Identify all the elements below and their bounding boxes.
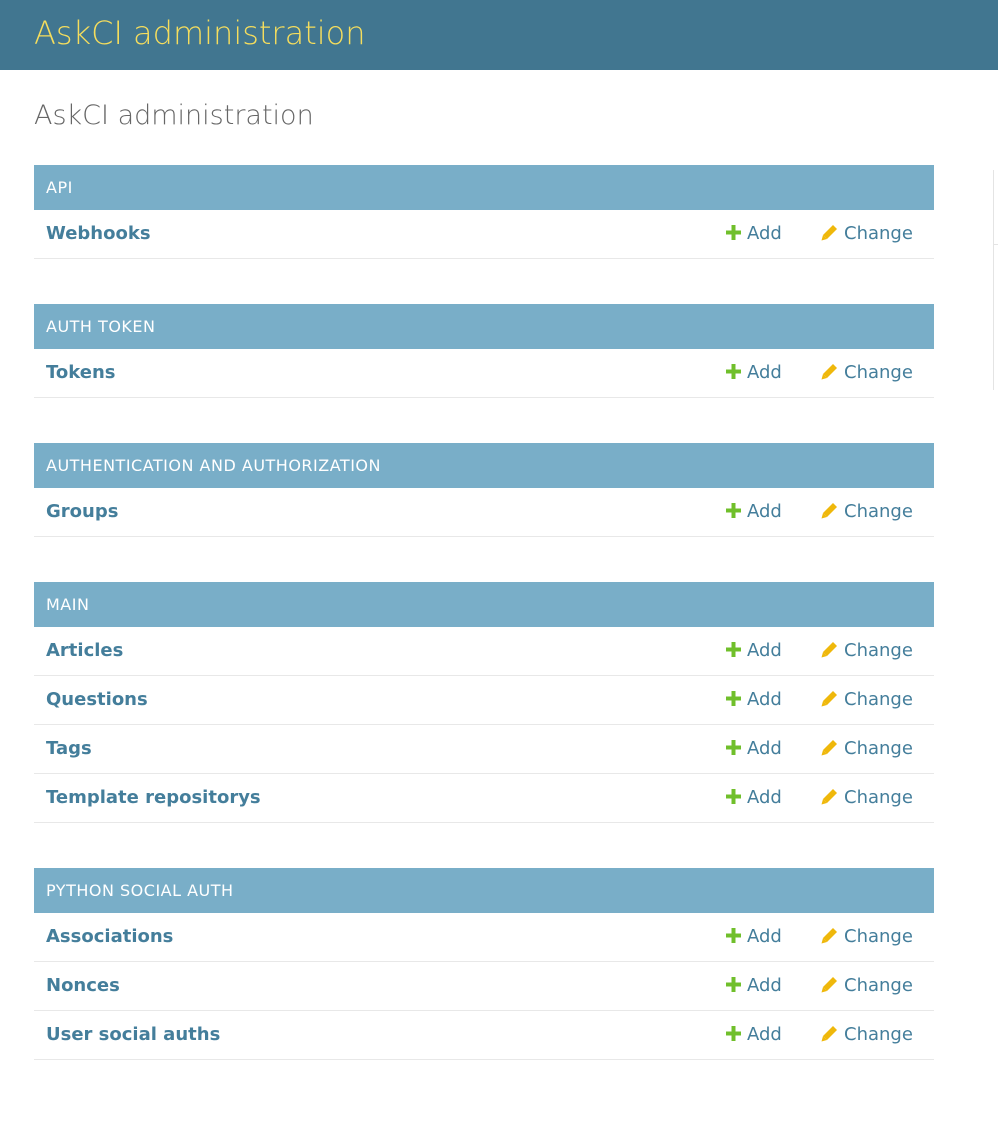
add-label: Add — [747, 640, 782, 661]
change-link[interactable]: Change — [821, 349, 913, 397]
change-label: Change — [844, 362, 913, 383]
pencil-icon — [821, 1025, 837, 1041]
add-label: Add — [747, 926, 782, 947]
add-link[interactable]: Add — [726, 488, 782, 536]
change-label: Change — [844, 975, 913, 996]
module-caption[interactable]: PYTHON SOCIAL AUTH — [34, 868, 934, 913]
module-api: API Webhooks Add Change — [34, 165, 934, 259]
add-label: Add — [747, 738, 782, 759]
change-label: Change — [844, 926, 913, 947]
change-link[interactable]: Change — [821, 488, 913, 536]
change-link[interactable]: Change — [821, 627, 913, 675]
model-link[interactable]: Questions — [46, 676, 148, 724]
change-label: Change — [844, 640, 913, 661]
change-link[interactable]: Change — [821, 962, 913, 1010]
sidebar-edge — [993, 170, 998, 390]
change-link[interactable]: Change — [821, 210, 913, 258]
table-row: User social auths Add Change — [34, 1011, 934, 1060]
module-main: MAIN Articles Add Change Questions Add C… — [34, 582, 934, 823]
table-row: Webhooks Add Change — [34, 210, 934, 259]
page-title: AskCI administration — [34, 100, 314, 131]
pencil-icon — [821, 788, 837, 804]
table-row: Tags Add Change — [34, 725, 934, 774]
model-link[interactable]: Associations — [46, 913, 173, 961]
add-link[interactable]: Add — [726, 349, 782, 397]
add-link[interactable]: Add — [726, 1011, 782, 1059]
change-link[interactable]: Change — [821, 725, 913, 773]
add-label: Add — [747, 362, 782, 383]
module-caption[interactable]: API — [34, 165, 934, 210]
change-link[interactable]: Change — [821, 1011, 913, 1059]
change-label: Change — [844, 1024, 913, 1045]
change-label: Change — [844, 501, 913, 522]
model-link[interactable]: Articles — [46, 627, 123, 675]
plus-icon — [726, 976, 741, 992]
change-link[interactable]: Change — [821, 774, 913, 822]
pencil-icon — [821, 224, 837, 240]
plus-icon — [726, 363, 741, 379]
table-row: Associations Add Change — [34, 913, 934, 962]
model-link[interactable]: Webhooks — [46, 210, 151, 258]
table-row: Articles Add Change — [34, 627, 934, 676]
change-label: Change — [844, 738, 913, 759]
pencil-icon — [821, 927, 837, 943]
plus-icon — [726, 502, 741, 518]
site-branding-link[interactable]: AskCI administration — [34, 13, 365, 53]
module-python-social-auth: PYTHON SOCIAL AUTH Associations Add Chan… — [34, 868, 934, 1060]
plus-icon — [726, 788, 741, 804]
model-link[interactable]: User social auths — [46, 1011, 220, 1059]
model-link[interactable]: Tokens — [46, 349, 115, 397]
add-label: Add — [747, 787, 782, 808]
pencil-icon — [821, 502, 837, 518]
change-label: Change — [844, 689, 913, 710]
add-link[interactable]: Add — [726, 676, 782, 724]
module-caption[interactable]: AUTHENTICATION AND AUTHORIZATION — [34, 443, 934, 488]
add-label: Add — [747, 223, 782, 244]
pencil-icon — [821, 739, 837, 755]
module-caption[interactable]: MAIN — [34, 582, 934, 627]
add-link[interactable]: Add — [726, 774, 782, 822]
module-caption[interactable]: AUTH TOKEN — [34, 304, 934, 349]
table-row: Tokens Add Change — [34, 349, 934, 398]
plus-icon — [726, 641, 741, 657]
table-row: Groups Add Change — [34, 488, 934, 537]
pencil-icon — [821, 363, 837, 379]
module-auth-token: AUTH TOKEN Tokens Add Change — [34, 304, 934, 398]
change-label: Change — [844, 787, 913, 808]
add-label: Add — [747, 1024, 782, 1045]
table-row: Questions Add Change — [34, 676, 934, 725]
add-label: Add — [747, 501, 782, 522]
add-label: Add — [747, 689, 782, 710]
table-row: Template repositorys Add Change — [34, 774, 934, 823]
plus-icon — [726, 224, 741, 240]
pencil-icon — [821, 690, 837, 706]
change-label: Change — [844, 223, 913, 244]
header-bar: AskCI administration — [0, 0, 998, 70]
model-link[interactable]: Template repositorys — [46, 774, 261, 822]
add-link[interactable]: Add — [726, 913, 782, 961]
change-link[interactable]: Change — [821, 676, 913, 724]
change-link[interactable]: Change — [821, 913, 913, 961]
pencil-icon — [821, 641, 837, 657]
pencil-icon — [821, 976, 837, 992]
plus-icon — [726, 927, 741, 943]
plus-icon — [726, 739, 741, 755]
add-label: Add — [747, 975, 782, 996]
model-link[interactable]: Tags — [46, 725, 92, 773]
add-link[interactable]: Add — [726, 627, 782, 675]
model-link[interactable]: Nonces — [46, 962, 120, 1010]
model-link[interactable]: Groups — [46, 488, 118, 536]
add-link[interactable]: Add — [726, 962, 782, 1010]
module-authentication-and-authorization: AUTHENTICATION AND AUTHORIZATION Groups … — [34, 443, 934, 537]
plus-icon — [726, 1025, 741, 1041]
add-link[interactable]: Add — [726, 725, 782, 773]
plus-icon — [726, 690, 741, 706]
table-row: Nonces Add Change — [34, 962, 934, 1011]
add-link[interactable]: Add — [726, 210, 782, 258]
